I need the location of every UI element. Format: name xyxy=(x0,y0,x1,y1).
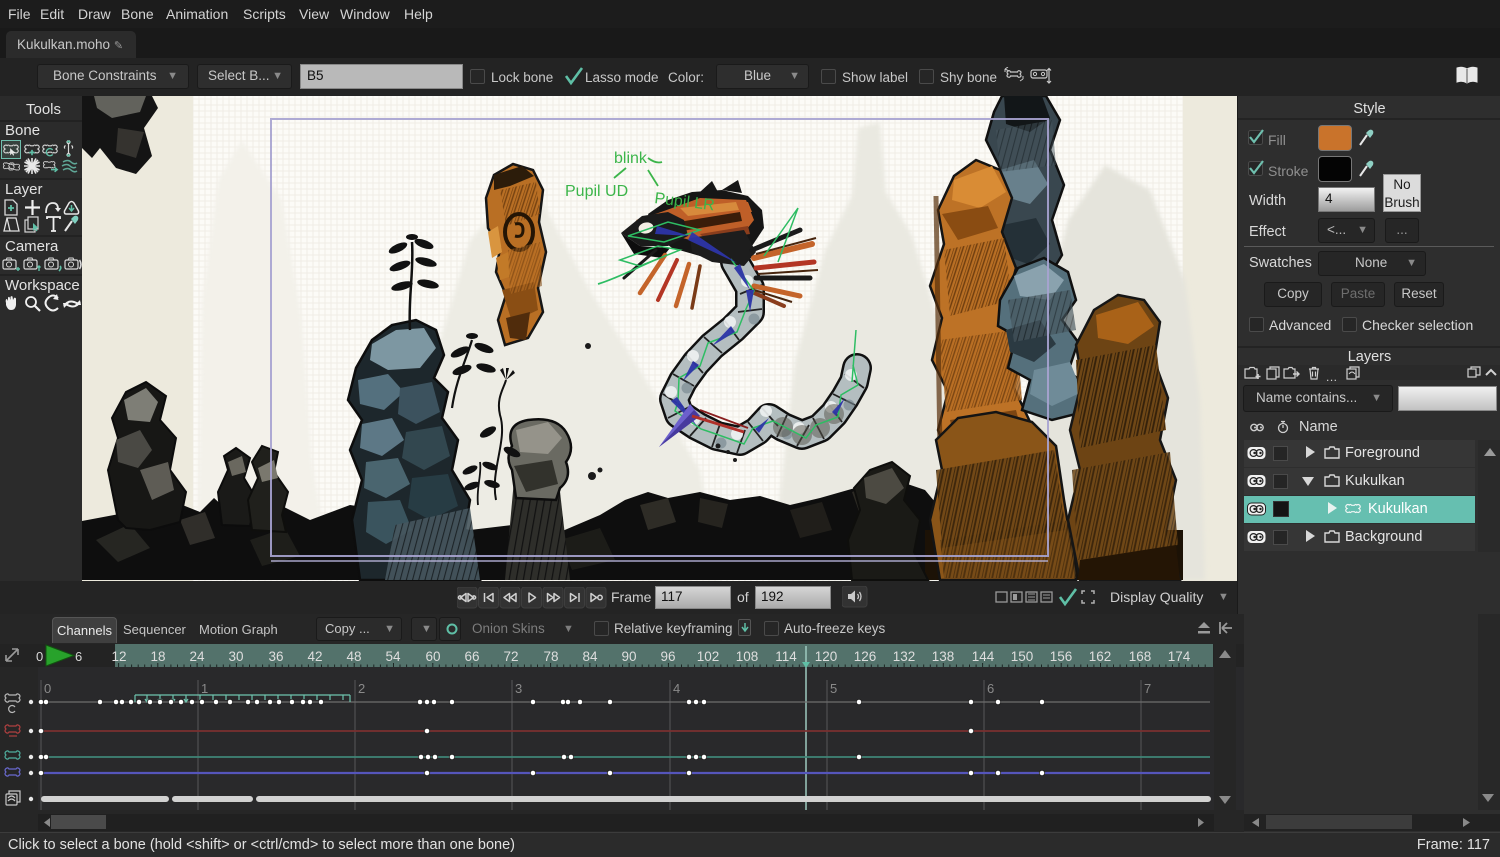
svg-text:24: 24 xyxy=(189,649,205,664)
svg-text:168: 168 xyxy=(1129,649,1152,664)
svg-text:30: 30 xyxy=(228,649,243,664)
svg-text:Pupil UD: Pupil UD xyxy=(565,183,628,200)
svg-text:5: 5 xyxy=(830,681,837,696)
svg-text:174: 174 xyxy=(1168,649,1191,664)
svg-text:12: 12 xyxy=(111,649,126,664)
svg-text:72: 72 xyxy=(503,649,518,664)
svg-text:114: 114 xyxy=(775,649,797,664)
svg-text:0: 0 xyxy=(36,649,43,664)
svg-text:3: 3 xyxy=(515,681,522,696)
svg-text:162: 162 xyxy=(1089,649,1112,664)
svg-text:66: 66 xyxy=(464,649,479,664)
svg-text:6: 6 xyxy=(75,649,82,664)
svg-text:36: 36 xyxy=(268,649,283,664)
svg-text:102: 102 xyxy=(697,649,720,664)
svg-text:138: 138 xyxy=(932,649,955,664)
svg-text:156: 156 xyxy=(1050,649,1073,664)
svg-text:4: 4 xyxy=(673,681,680,696)
svg-text:132: 132 xyxy=(893,649,916,664)
svg-text:150: 150 xyxy=(1011,649,1034,664)
svg-text:90: 90 xyxy=(621,649,636,664)
svg-text:42: 42 xyxy=(307,649,322,664)
svg-text:2: 2 xyxy=(358,681,365,696)
svg-text:96: 96 xyxy=(660,649,675,664)
svg-text:18: 18 xyxy=(150,649,165,664)
svg-text:60: 60 xyxy=(425,649,440,664)
svg-text:1: 1 xyxy=(201,681,208,696)
svg-text:7: 7 xyxy=(1144,681,1151,696)
svg-text:144: 144 xyxy=(972,649,995,664)
svg-text:108: 108 xyxy=(736,649,759,664)
svg-text:78: 78 xyxy=(543,649,558,664)
svg-text:120: 120 xyxy=(815,649,838,664)
svg-text:0: 0 xyxy=(44,681,51,696)
svg-text:blink: blink xyxy=(614,150,648,167)
svg-text:48: 48 xyxy=(346,649,361,664)
svg-text:6: 6 xyxy=(987,681,994,696)
svg-text:126: 126 xyxy=(854,649,877,664)
svg-text:84: 84 xyxy=(582,649,598,664)
svg-text:54: 54 xyxy=(385,649,401,664)
